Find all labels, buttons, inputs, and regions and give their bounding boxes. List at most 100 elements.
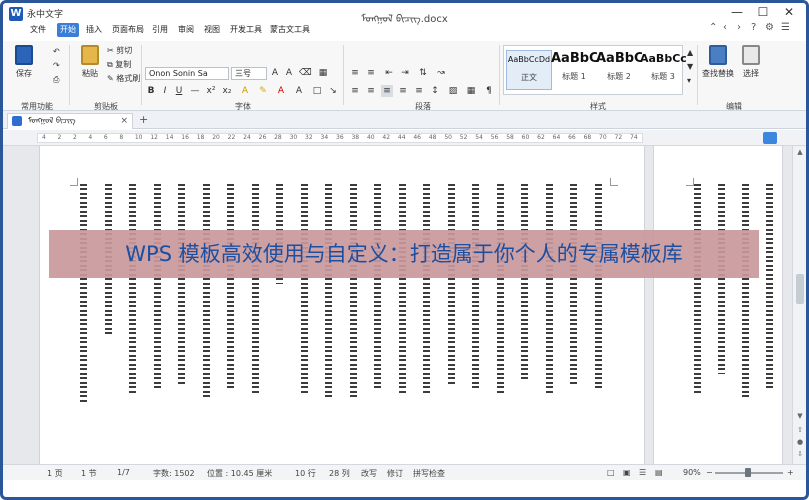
zoom-out-icon[interactable]: −	[706, 468, 713, 477]
font-name-select[interactable]: Onon Sonin Sa	[145, 67, 229, 80]
grow-font-icon[interactable]: A	[269, 67, 281, 79]
cut-button[interactable]: ✂ 剪切	[107, 45, 132, 56]
char-shading-icon[interactable]: A	[293, 85, 305, 97]
zoom-in-icon[interactable]: +	[787, 468, 794, 477]
zoom-level[interactable]: 90%	[683, 468, 701, 477]
show-marks-icon[interactable]: ↝	[435, 67, 447, 79]
view-read-icon[interactable]: ▤	[655, 468, 663, 477]
sort-icon[interactable]: ⇅	[417, 67, 429, 79]
paragraph-mark-icon[interactable]: ¶	[483, 85, 495, 97]
settings-icon[interactable]: ⚙	[765, 22, 774, 33]
font-color-icon[interactable]: A	[275, 85, 287, 97]
select-browse-icon[interactable]: ●	[795, 438, 805, 448]
bullets-icon[interactable]: ≡	[349, 67, 361, 79]
shrink-font-icon[interactable]: A	[283, 67, 295, 79]
font-size-select[interactable]: 三号	[231, 67, 267, 80]
align-right-icon[interactable]: ≡	[381, 85, 393, 97]
find-replace-button[interactable]: 查找替换	[701, 45, 735, 79]
style-heading-1[interactable]: AaBbC 标题 1	[551, 50, 597, 82]
status-position: 位置 : 10.45 厘米	[207, 469, 273, 478]
style-heading-3[interactable]: AaBbCc 标题 3	[640, 50, 686, 82]
format-painter-button[interactable]: ✎ 格式刷	[107, 73, 140, 84]
styles-scroll-up-icon[interactable]: ▲	[687, 47, 693, 58]
horizontal-ruler[interactable]: 4 2 2 4 6 8 10 12 14 16 18 20 22 24 26 28 30 32 34 36 38 40 42…	[3, 130, 806, 146]
new-tab-icon[interactable]: +	[139, 113, 148, 126]
next-page-icon[interactable]: ⇩	[795, 450, 805, 460]
char-border-icon[interactable]: □	[311, 85, 323, 97]
copy-button[interactable]: ⧉ 复制	[107, 59, 131, 70]
italic-icon[interactable]: I	[159, 85, 171, 97]
forward-icon[interactable]: ›	[737, 22, 741, 33]
ribbon-toggle-icon[interactable]: ☰	[781, 22, 790, 33]
redo-icon[interactable]: ↷	[53, 60, 60, 71]
increase-indent-icon[interactable]: ⇥	[399, 67, 411, 79]
clear-format-icon[interactable]: ⌫	[299, 67, 312, 79]
subscript-icon[interactable]: x₂	[221, 85, 233, 97]
close-tab-icon[interactable]: ×	[120, 114, 128, 128]
scroll-down-icon[interactable]: ▼	[795, 412, 805, 422]
maximize-button[interactable]: ☐	[751, 5, 775, 19]
status-track-changes[interactable]: 修订	[387, 468, 403, 479]
menu-file[interactable]: 文件	[27, 23, 49, 37]
paste-button[interactable]: 粘贴	[75, 45, 105, 79]
zoom-slider-knob[interactable]	[745, 468, 751, 477]
menu-view[interactable]: 视图	[201, 23, 223, 37]
menu-home[interactable]: 开始	[57, 23, 79, 37]
text-effect-icon[interactable]: A	[239, 85, 251, 97]
text-column	[545, 184, 553, 394]
status-spell-check[interactable]: 拼写检查	[413, 468, 445, 479]
font-more-icon[interactable]: ↘	[327, 85, 339, 97]
back-icon[interactable]: ‹	[723, 22, 727, 33]
menu-insert[interactable]: 插入	[83, 23, 105, 37]
status-overwrite[interactable]: 改写	[361, 468, 377, 479]
styles-more-icon[interactable]: ▾	[687, 75, 691, 86]
collapse-ribbon-icon[interactable]: ⌃	[709, 22, 717, 33]
line-spacing-icon[interactable]: ↕	[429, 85, 441, 97]
distributed-icon[interactable]: ≡	[413, 85, 425, 97]
style-normal[interactable]: AaBbCcDd 正文	[506, 50, 552, 90]
decrease-indent-icon[interactable]: ⇤	[383, 67, 395, 79]
prev-page-icon[interactable]: ⇧	[795, 426, 805, 436]
minimize-button[interactable]: —	[725, 5, 749, 19]
print-icon[interactable]: ⎙	[53, 74, 59, 85]
view-print-icon[interactable]: □	[607, 468, 615, 477]
style-heading-2[interactable]: AaBbC 标题 2	[596, 50, 642, 82]
menu-mongolian-tools[interactable]: 蒙古文工具	[267, 23, 313, 37]
strikethrough-icon[interactable]: —	[189, 85, 201, 97]
superscript-icon[interactable]: x²	[205, 85, 217, 97]
underline-icon[interactable]: U	[173, 85, 185, 97]
location-pin-icon[interactable]	[763, 132, 777, 144]
select-button[interactable]: 选择	[737, 45, 765, 79]
document-area[interactable]	[3, 146, 792, 464]
status-column: 28 列	[329, 469, 350, 478]
help-icon[interactable]: ?	[751, 22, 756, 33]
undo-icon[interactable]: ↶	[53, 46, 60, 57]
status-word-count[interactable]: 字数: 1502	[153, 468, 195, 479]
highlight-icon[interactable]: ✎	[257, 85, 269, 97]
document-tab[interactable]: ᠮᠣᠩᠭᠣᠯ ᠪᠢᠴᠢᠭ ×	[7, 113, 133, 129]
close-button[interactable]: ✕	[777, 5, 801, 19]
text-column	[742, 184, 749, 399]
align-left-icon[interactable]: ≡	[349, 85, 361, 97]
justify-icon[interactable]: ≡	[397, 85, 409, 97]
align-center-icon[interactable]: ≡	[365, 85, 377, 97]
paste-icon	[81, 45, 99, 65]
shading-icon[interactable]: ▨	[447, 85, 459, 97]
save-button[interactable]: 保存	[9, 45, 39, 79]
document-page[interactable]	[39, 146, 645, 464]
menu-developer[interactable]: 开发工具	[227, 23, 265, 37]
menu-review[interactable]: 审阅	[175, 23, 197, 37]
bold-icon[interactable]: B	[145, 85, 157, 97]
scroll-up-icon[interactable]: ▲	[795, 148, 805, 158]
menu-page-layout[interactable]: 页面布局	[109, 23, 147, 37]
vertical-scrollbar[interactable]: ▲ ▼ ⇧ ● ⇩	[792, 146, 806, 464]
view-outline-icon[interactable]: ☰	[639, 468, 646, 477]
view-web-icon[interactable]: ▣	[623, 468, 631, 477]
scroll-thumb[interactable]	[796, 274, 804, 304]
menu-references[interactable]: 引用	[149, 23, 171, 37]
styles-scroll-down-icon[interactable]: ▼	[687, 61, 693, 72]
borders-icon[interactable]: ▦	[465, 85, 477, 97]
document-page[interactable]	[653, 146, 783, 464]
font-dialog-icon[interactable]: ▦	[317, 67, 329, 79]
numbering-icon[interactable]: ≡	[365, 67, 377, 79]
